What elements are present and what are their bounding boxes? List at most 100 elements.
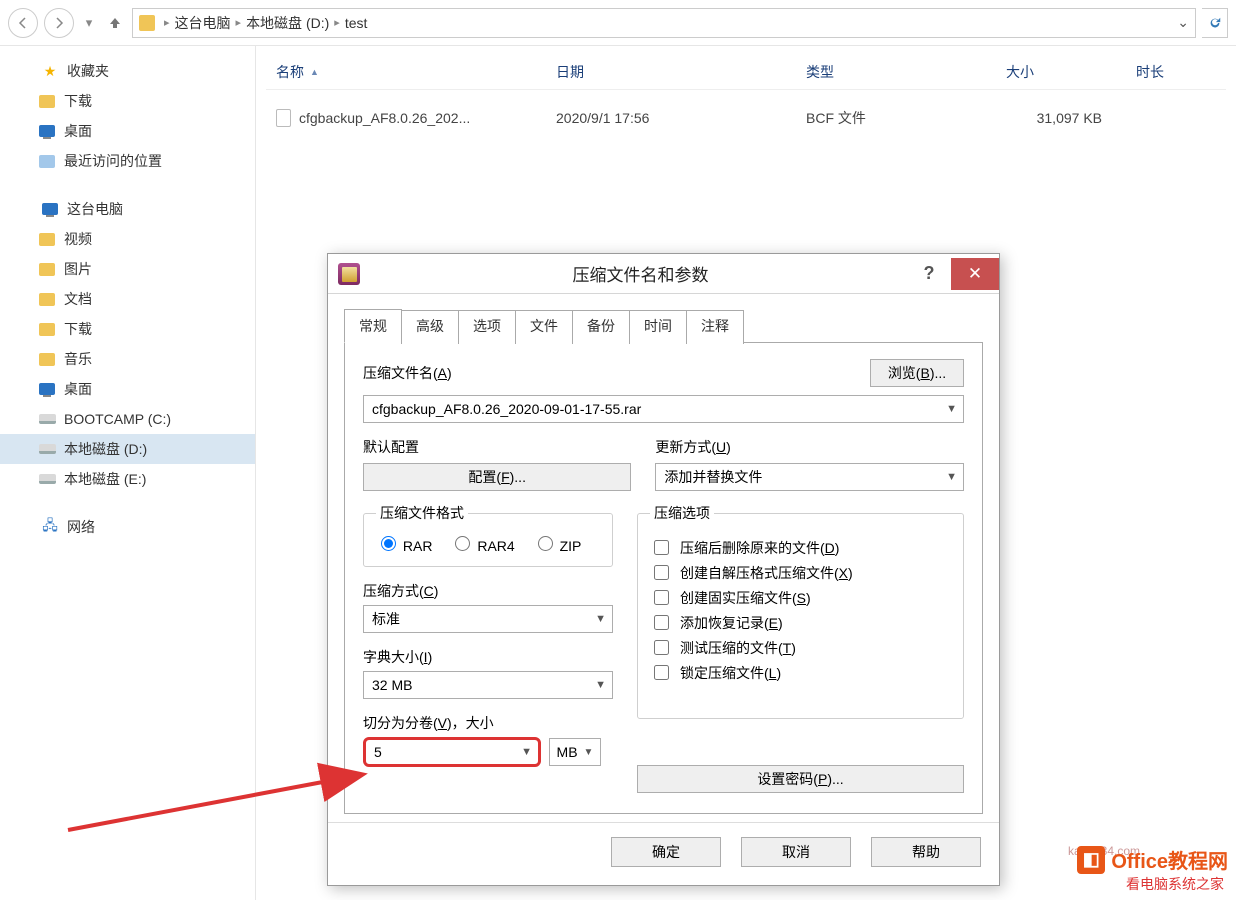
tree-item[interactable]: 下载	[0, 314, 255, 344]
button-label: 帮助	[912, 842, 940, 862]
button-label: 确定	[652, 842, 680, 862]
file-size: 31,097 KB	[1037, 110, 1102, 126]
dialog-footer: 确定 取消 帮助	[328, 822, 999, 885]
star-icon: ★	[41, 63, 59, 79]
tree-item[interactable]: BOOTCAMP (C:)	[0, 404, 255, 434]
tree-item[interactable]: 文档	[0, 284, 255, 314]
navigation-tree: ★ 收藏夹 下载 桌面 最近访问的位置 这台电脑 视频 图片 文档 下载 音乐 …	[0, 46, 256, 900]
tree-this-pc[interactable]: 这台电脑	[0, 194, 255, 224]
set-password-button[interactable]: 设置密码(P)...	[637, 765, 964, 793]
format-rar-radio[interactable]: RAR	[376, 533, 432, 554]
tree-label: 网络	[67, 517, 95, 537]
opt-recovery[interactable]: 添加恢复记录(E)	[650, 612, 951, 633]
folder-icon	[39, 353, 55, 366]
folder-icon	[39, 233, 55, 246]
folder-icon	[39, 263, 55, 276]
compression-options-label: 压缩选项	[650, 503, 714, 523]
dialog-titlebar[interactable]: 压缩文件名和参数 ? ✕	[328, 254, 999, 294]
tab-advanced[interactable]: 高级	[401, 310, 459, 344]
column-size[interactable]: 大小	[996, 62, 1126, 82]
nav-history-dropdown[interactable]: ▾	[80, 15, 98, 31]
tab-general[interactable]: 常规	[344, 309, 402, 343]
tree-item[interactable]: 音乐	[0, 344, 255, 374]
tree-item[interactable]: 视频	[0, 224, 255, 254]
desktop-icon	[39, 383, 55, 395]
tree-item[interactable]: 最近访问的位置	[0, 146, 255, 176]
tab-label: 备份	[587, 318, 615, 334]
update-mode-combo[interactable]: 添加并替换文件 ▼	[655, 463, 964, 491]
ok-button[interactable]: 确定	[611, 837, 721, 867]
tree-label: 本地磁盘 (E:)	[64, 469, 146, 489]
compression-options-group: 压缩选项 压缩后删除原来的文件(D) 创建自解压格式压缩文件(X) 创建固实压缩…	[637, 503, 964, 719]
tab-options[interactable]: 选项	[458, 310, 516, 344]
address-dropdown-icon[interactable]: ⌄	[1171, 14, 1189, 31]
tree-label: 最近访问的位置	[64, 151, 162, 171]
explorer-address-bar: ▾ ▸ 这台电脑 ▸ 本地磁盘 (D:) ▸ test ⌄	[0, 0, 1236, 46]
browse-button[interactable]: 浏览(B)...	[870, 359, 964, 387]
dialog-title: 压缩文件名和参数	[374, 261, 907, 286]
opt-test[interactable]: 测试压缩的文件(T)	[650, 637, 951, 658]
dialog-close-button[interactable]: ✕	[951, 258, 999, 290]
split-size-combo[interactable]: 5 ▼	[363, 737, 541, 767]
pc-icon	[41, 201, 59, 217]
tree-label: 这台电脑	[67, 199, 123, 219]
button-label: 取消	[782, 842, 810, 862]
chevron-down-icon: ▼	[595, 613, 606, 625]
column-type[interactable]: 类型	[796, 62, 996, 82]
nav-forward-button[interactable]	[44, 8, 74, 38]
column-length[interactable]: 时长	[1126, 62, 1226, 82]
tree-label: 下载	[64, 91, 92, 111]
opt-sfx[interactable]: 创建自解压格式压缩文件(X)	[650, 562, 951, 583]
breadcrumb-item[interactable]: 这台电脑	[175, 13, 231, 33]
compression-method-combo[interactable]: 标准 ▼	[363, 605, 613, 633]
archive-name-combo[interactable]: cfgbackup_AF8.0.26_2020-09-01-17-55.rar …	[363, 395, 964, 423]
tab-backup[interactable]: 备份	[572, 310, 630, 344]
chevron-down-icon: ▼	[946, 471, 957, 483]
split-unit-combo[interactable]: MB ▼	[549, 738, 601, 766]
tree-label: 桌面	[64, 121, 92, 141]
tab-label: 常规	[359, 318, 387, 334]
column-label: 日期	[556, 62, 584, 82]
refresh-button[interactable]	[1202, 8, 1228, 38]
tree-favorites[interactable]: ★ 收藏夹	[0, 56, 255, 86]
cancel-button[interactable]: 取消	[741, 837, 851, 867]
file-date: 2020/9/1 17:56	[556, 110, 649, 126]
tree-label: 本地磁盘 (D:)	[64, 439, 147, 459]
file-icon	[276, 109, 291, 127]
office-logo-icon: ◧	[1077, 846, 1105, 874]
format-zip-radio[interactable]: ZIP	[533, 533, 582, 554]
split-unit-value: MB	[557, 744, 578, 760]
breadcrumb-item[interactable]: test	[345, 15, 368, 31]
dictionary-size-combo[interactable]: 32 MB ▼	[363, 671, 613, 699]
watermark-office: ◧ Office教程网	[1077, 845, 1228, 874]
drive-icon	[39, 444, 56, 454]
file-row[interactable]: cfgbackup_AF8.0.26_202... 2020/9/1 17:56…	[266, 100, 1226, 136]
watermark-text: Office教程网	[1111, 845, 1228, 874]
nav-back-button[interactable]	[8, 8, 38, 38]
tree-item[interactable]: 本地磁盘 (E:)	[0, 464, 255, 494]
tab-label: 文件	[530, 318, 558, 334]
tree-item-selected[interactable]: 本地磁盘 (D:)	[0, 434, 255, 464]
opt-solid[interactable]: 创建固实压缩文件(S)	[650, 587, 951, 608]
opt-delete-after[interactable]: 压缩后删除原来的文件(D)	[650, 537, 951, 558]
opt-lock[interactable]: 锁定压缩文件(L)	[650, 662, 951, 683]
tree-item[interactable]: 桌面	[0, 374, 255, 404]
tab-time[interactable]: 时间	[629, 310, 687, 344]
tree-network[interactable]: 🖧 网络	[0, 512, 255, 542]
tab-comment[interactable]: 注释	[686, 310, 744, 344]
format-rar4-radio[interactable]: RAR4	[450, 533, 514, 554]
tree-item[interactable]: 下载	[0, 86, 255, 116]
tab-files[interactable]: 文件	[515, 310, 573, 344]
tree-item[interactable]: 桌面	[0, 116, 255, 146]
tree-item[interactable]: 图片	[0, 254, 255, 284]
dialog-help-button[interactable]: ?	[907, 258, 951, 290]
nav-up-button[interactable]	[104, 12, 126, 34]
help-button[interactable]: 帮助	[871, 837, 981, 867]
column-date[interactable]: 日期	[546, 62, 796, 82]
archive-name-label: 压缩文件名(A)	[363, 363, 452, 383]
breadcrumb-item[interactable]: 本地磁盘 (D:)	[246, 13, 329, 33]
column-name[interactable]: 名称 ▲	[266, 62, 546, 82]
profile-label: 默认配置	[363, 437, 631, 457]
profile-button[interactable]: 配置(F)...	[363, 463, 631, 491]
address-box[interactable]: ▸ 这台电脑 ▸ 本地磁盘 (D:) ▸ test ⌄	[132, 8, 1196, 38]
